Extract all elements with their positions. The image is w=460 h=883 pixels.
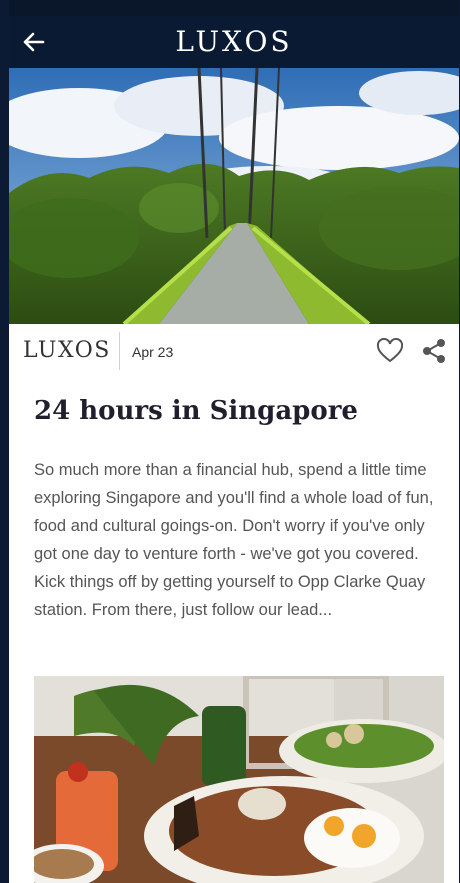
like-button[interactable] — [376, 337, 404, 369]
app-screen: LUXOS LUXOS Apr 23 24 hours in Singapore… — [9, 0, 459, 883]
app-bar: LUXOS — [9, 16, 459, 68]
publish-date: Apr 23 — [132, 344, 174, 360]
food-photo — [34, 676, 444, 883]
share-icon — [423, 339, 445, 363]
article-title: 24 hours in Singapore — [34, 396, 358, 426]
article-body: So much more than a financial hub, spend… — [34, 461, 434, 619]
article-meta: LUXOS Apr 23 — [9, 324, 459, 378]
status-bar — [9, 0, 459, 16]
heart-outline-icon — [376, 337, 404, 363]
share-button[interactable] — [420, 338, 448, 369]
hero-image — [9, 68, 459, 324]
app-logo: LUXOS — [175, 25, 293, 58]
divider — [119, 332, 120, 370]
publisher-logo: LUXOS — [23, 338, 111, 363]
